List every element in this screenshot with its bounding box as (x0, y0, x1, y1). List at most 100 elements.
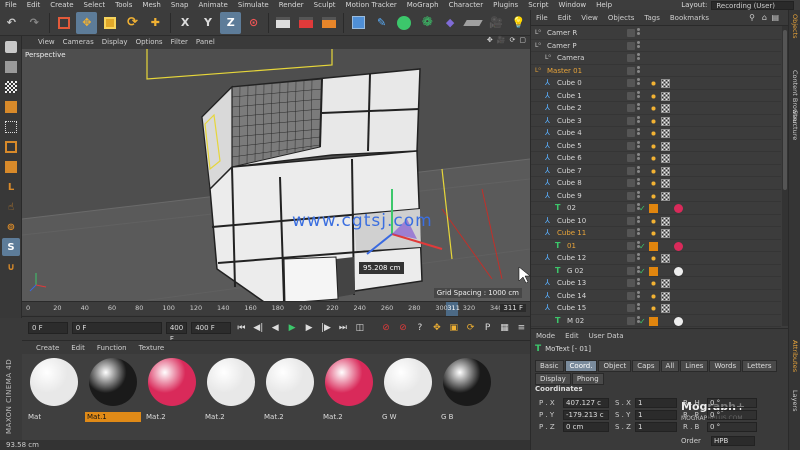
go-to-start-icon[interactable]: ⏮ (234, 320, 249, 336)
cube-primitive-icon[interactable] (348, 12, 369, 34)
light-icon[interactable]: 💡 (508, 12, 529, 34)
position-field[interactable]: -179.213 c (563, 410, 609, 420)
camera-icon[interactable]: 🎥 (485, 12, 506, 34)
viewport-menu-cameras[interactable]: Cameras (59, 36, 98, 49)
render-visibility-dots[interactable] (637, 90, 640, 101)
make-editable-icon[interactable] (2, 38, 20, 56)
visibility-toggle[interactable] (627, 104, 635, 112)
scale-field[interactable]: 1 (635, 398, 677, 408)
render-view-icon[interactable] (273, 12, 294, 34)
visibility-toggle[interactable] (627, 141, 635, 150)
visibility-toggle[interactable] (627, 204, 635, 212)
visibility-toggle[interactable] (627, 254, 635, 262)
scale-tool-icon[interactable] (99, 12, 120, 34)
object-row[interactable]: L⁰ Camera (531, 52, 781, 65)
object-row[interactable]: L⁰ Master 01 (531, 65, 781, 77)
auto-key-icon[interactable]: ⊘ (396, 320, 411, 336)
pan-icon[interactable]: ✥ (487, 36, 493, 44)
visibility-toggle[interactable] (627, 91, 635, 100)
3d-viewport[interactable]: Perspective www.cgtsj.com 95.208 cm Grid… (22, 49, 530, 301)
visibility-toggle[interactable] (627, 166, 635, 175)
snap-icon[interactable]: S (2, 238, 20, 256)
visibility-toggle[interactable] (627, 41, 635, 50)
object-row[interactable]: L⁰ Camer P (531, 40, 781, 52)
texture-mode-icon[interactable] (2, 78, 20, 96)
camera-move-icon[interactable]: 🎥 (497, 36, 506, 44)
material-swatch[interactable]: Mat.1 (85, 356, 141, 422)
menu-item-mograph[interactable]: MoGraph (402, 0, 444, 10)
menu-item-script[interactable]: Script (523, 0, 553, 10)
visibility-toggle[interactable] (627, 29, 635, 37)
visibility-toggle[interactable] (627, 129, 635, 137)
key-pla-icon[interactable]: ▦ (497, 320, 512, 336)
enabled-check-icon[interactable]: ✓ (639, 204, 648, 213)
polygons-mode-icon[interactable] (2, 158, 20, 176)
object-row[interactable]: ⅄ Cube 7 (531, 165, 781, 177)
render-visibility-dots[interactable] (637, 303, 640, 313)
material-tag-icon[interactable] (674, 266, 683, 276)
vertical-tab-layers[interactable]: Layers (791, 390, 799, 412)
object-row[interactable]: L⁰ Camer R (531, 27, 781, 40)
visibility-toggle[interactable] (627, 154, 635, 162)
menu-item-plugins[interactable]: Plugins (488, 0, 523, 10)
menu-item-edit[interactable]: Edit (22, 0, 46, 10)
timeline-playhead[interactable]: 311 (446, 302, 460, 316)
workplane-icon[interactable] (2, 98, 20, 116)
start-frame-field[interactable]: 0 F (28, 321, 68, 334)
selection-tag-icon[interactable] (649, 241, 658, 251)
object-row[interactable]: ⅄ Cube 13 (531, 277, 781, 290)
render-visibility-dots[interactable] (637, 140, 640, 151)
phong-tag-icon[interactable] (649, 191, 658, 201)
viewport-camera-label[interactable]: Perspective (25, 51, 66, 59)
floor-icon[interactable] (463, 12, 484, 34)
phong-tag-icon[interactable] (649, 304, 658, 313)
tweak-mode-icon[interactable]: ☝ (2, 198, 20, 216)
next-frame-icon[interactable]: ▶ (302, 320, 317, 336)
object-row[interactable]: T 01 ✓ (531, 240, 781, 252)
phong-tag-icon[interactable] (649, 129, 658, 138)
texture-tag-icon[interactable] (661, 154, 670, 163)
viewport-menu-panel[interactable]: Panel (192, 36, 219, 49)
texture-tag-icon[interactable] (661, 191, 670, 201)
render-visibility-dots[interactable] (637, 128, 640, 138)
texture-tag-icon[interactable] (661, 291, 670, 301)
material-menu-texture[interactable]: Texture (133, 341, 171, 355)
visibility-toggle[interactable] (627, 291, 635, 300)
object-row[interactable]: ⅄ Cube 3 (531, 115, 781, 127)
render-visibility-dots[interactable] (637, 103, 640, 113)
visibility-toggle[interactable] (627, 216, 635, 225)
menu-item-tools[interactable]: Tools (110, 0, 137, 10)
recent-tool-icon[interactable]: ✚ (145, 12, 166, 34)
am-menu-mode[interactable]: Mode (531, 329, 560, 343)
viewport-menu-display[interactable]: Display (98, 36, 132, 49)
texture-tag-icon[interactable] (661, 141, 670, 151)
subdivision-surface-icon[interactable] (394, 12, 415, 34)
maximize-view-icon[interactable]: ▢ (519, 36, 526, 44)
render-visibility-dots[interactable] (637, 53, 640, 63)
rotate-view-icon[interactable]: ⟳ (510, 36, 516, 44)
render-visibility-dots[interactable] (637, 178, 640, 188)
position-field[interactable]: 0 cm (563, 422, 609, 432)
visibility-toggle[interactable] (627, 316, 635, 325)
key-rotation-icon[interactable]: ⟳ (463, 320, 478, 336)
phong-tag-icon[interactable] (649, 179, 658, 188)
menu-item-window[interactable]: Window (554, 0, 592, 10)
tab-object[interactable]: Object (598, 360, 632, 372)
rotation-field[interactable]: 0 ° (707, 398, 757, 408)
phong-tag-icon[interactable] (649, 229, 658, 238)
material-tag-icon[interactable] (674, 316, 683, 326)
x-axis-lock-icon[interactable]: X (175, 12, 196, 34)
home-icon[interactable]: ⌂ (762, 13, 767, 22)
phong-tag-icon[interactable] (649, 216, 658, 226)
end-frame-field-b[interactable]: 400 F (191, 321, 231, 334)
render-visibility-dots[interactable] (637, 190, 640, 201)
texture-tag-icon[interactable] (661, 304, 670, 313)
material-menu-create[interactable]: Create (30, 341, 65, 355)
om-menu-tags[interactable]: Tags (639, 10, 665, 26)
timeline-window-icon[interactable]: ≡ (514, 320, 529, 336)
object-row[interactable]: ⅄ Cube 12 (531, 252, 781, 265)
menu-item-help[interactable]: Help (591, 0, 617, 10)
loop-icon[interactable]: ◫ (352, 320, 367, 336)
render-visibility-dots[interactable] (637, 28, 640, 38)
visibility-toggle[interactable] (627, 266, 635, 275)
